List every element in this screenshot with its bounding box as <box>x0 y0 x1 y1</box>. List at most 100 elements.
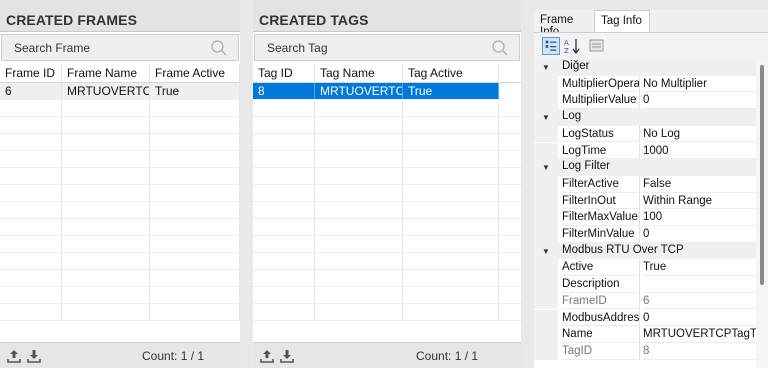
column-header-frame-active[interactable]: Frame Active <box>150 64 240 82</box>
property-value[interactable]: False <box>643 176 756 193</box>
empty-row <box>0 185 240 202</box>
property-value[interactable]: True <box>643 259 756 277</box>
property-row[interactable]: FilterMinValue 0 <box>534 226 756 243</box>
property-category[interactable]: ▼ Modbus RTU Over TCP <box>534 242 756 260</box>
column-header-frame-name[interactable]: Frame Name <box>62 64 150 82</box>
category-label: Log Filter <box>562 160 610 173</box>
property-row[interactable]: MultiplierOperat No Multiplier <box>534 75 756 93</box>
column-header-tag-active[interactable]: Tag Active <box>403 64 499 82</box>
properties-panel: Frame Info Tag Info A Z ▼DiğerMul <box>534 10 768 368</box>
empty-cell <box>403 287 499 303</box>
empty-cell <box>62 151 150 167</box>
tag-search-input[interactable] <box>255 35 519 60</box>
row-margin <box>534 125 558 143</box>
property-value[interactable]: 0 <box>643 310 756 327</box>
empty-row <box>0 253 240 270</box>
property-value[interactable]: 6 <box>643 293 756 310</box>
property-scrollbar[interactable] <box>756 59 768 368</box>
frames-footer: Count: 1 / 1 <box>0 342 240 368</box>
empty-row <box>0 117 240 134</box>
property-value[interactable]: 100 <box>643 209 756 226</box>
property-row[interactable]: LogTime 1000 <box>534 142 756 160</box>
property-row[interactable]: TagID 8 <box>534 342 756 360</box>
property-row[interactable]: FrameID 6 <box>534 292 756 310</box>
empty-cell <box>0 304 62 320</box>
empty-row <box>0 134 240 151</box>
empty-row <box>0 168 240 185</box>
property-grid: ▼ Diğer MultiplierOperat No Multiplier Multi… <box>534 59 756 368</box>
property-row[interactable]: LogStatus No Log <box>534 125 756 143</box>
tab-frame-info[interactable]: Frame Info <box>534 10 594 38</box>
empty-cell <box>253 270 315 286</box>
property-value[interactable]: 8 <box>643 343 756 360</box>
property-row[interactable]: FilterActive False <box>534 175 756 193</box>
scrollbar-thumb[interactable] <box>760 65 764 285</box>
property-row[interactable]: FilterMaxValue 100 <box>534 209 756 226</box>
row-margin <box>534 292 558 310</box>
search-icon[interactable] <box>491 39 509 57</box>
property-category[interactable]: ▼ Diğer <box>534 59 756 76</box>
empty-cell <box>403 100 499 116</box>
empty-row <box>253 100 521 117</box>
empty-cell <box>0 253 62 269</box>
search-icon[interactable] <box>210 39 228 57</box>
property-value[interactable]: 0 <box>643 226 756 243</box>
sort-alphabetical-icon[interactable]: A Z <box>563 37 581 55</box>
empty-cell <box>62 253 150 269</box>
collapse-chevron-icon[interactable]: ▼ <box>542 163 550 172</box>
upload-icon[interactable] <box>6 348 22 364</box>
empty-cell <box>62 117 150 133</box>
empty-cell <box>62 304 150 320</box>
property-value[interactable]: 0 <box>643 92 756 110</box>
property-row[interactable]: Description <box>534 276 756 293</box>
empty-cell <box>150 117 240 133</box>
table-row[interactable]: 6 MRTUOVERTC... True <box>0 83 240 100</box>
property-row[interactable]: ModbusAddress 0 <box>534 309 756 327</box>
empty-cell <box>253 219 315 235</box>
categorized-view-icon[interactable] <box>542 37 560 55</box>
column-header-frame-id[interactable]: Frame ID <box>0 64 62 82</box>
collapse-chevron-icon[interactable]: ▼ <box>542 247 550 256</box>
property-row[interactable]: Name MRTUOVERTCPTagTe <box>534 326 756 343</box>
upload-icon[interactable] <box>259 348 275 364</box>
empty-cell <box>403 151 499 167</box>
empty-cell <box>0 168 62 184</box>
empty-cell <box>150 236 240 252</box>
collapse-chevron-icon[interactable]: ▼ <box>542 63 550 72</box>
column-header-tag-name[interactable]: Tag Name <box>315 64 403 82</box>
collapse-chevron-icon[interactable]: ▼ <box>542 113 550 122</box>
property-value[interactable]: 1000 <box>643 143 756 160</box>
empty-row <box>0 151 240 168</box>
row-margin <box>534 75 558 93</box>
property-value[interactable]: No Log <box>643 126 756 143</box>
property-name: FilterMaxValue <box>562 209 640 226</box>
empty-row <box>253 202 521 219</box>
property-row[interactable]: MultiplierValue 0 <box>534 92 756 110</box>
column-header-tag-id[interactable]: Tag ID <box>253 64 315 82</box>
property-name: TagID <box>562 342 640 360</box>
property-row[interactable]: Active True <box>534 259 756 277</box>
empty-cell <box>315 117 403 133</box>
property-value[interactable]: Within Range <box>643 193 756 210</box>
property-row[interactable]: FilterInOut Within Range <box>534 192 756 210</box>
row-margin <box>534 276 558 293</box>
property-pages-icon[interactable] <box>588 37 606 55</box>
property-name: MultiplierValue <box>562 92 640 110</box>
empty-cell <box>253 117 315 133</box>
frame-search-input[interactable] <box>2 35 238 60</box>
property-value[interactable]: No Multiplier <box>643 76 756 93</box>
property-value[interactable]: MRTUOVERTCPTagTe <box>643 326 756 343</box>
property-category[interactable]: ▼ Log Filter <box>534 159 756 176</box>
empty-cell <box>253 287 315 303</box>
row-margin <box>534 309 558 327</box>
download-icon[interactable] <box>279 348 295 364</box>
row-margin <box>534 342 558 360</box>
cell-tag-id: 8 <box>253 83 315 99</box>
property-category[interactable]: ▼ Log <box>534 109 756 126</box>
table-row[interactable]: 8 MRTUOVERTC... True <box>253 83 499 100</box>
property-value[interactable] <box>643 276 756 293</box>
tab-tag-info[interactable]: Tag Info <box>594 10 650 33</box>
category-label: Diğer <box>562 60 590 72</box>
empty-cell <box>0 219 62 235</box>
download-icon[interactable] <box>26 348 42 364</box>
